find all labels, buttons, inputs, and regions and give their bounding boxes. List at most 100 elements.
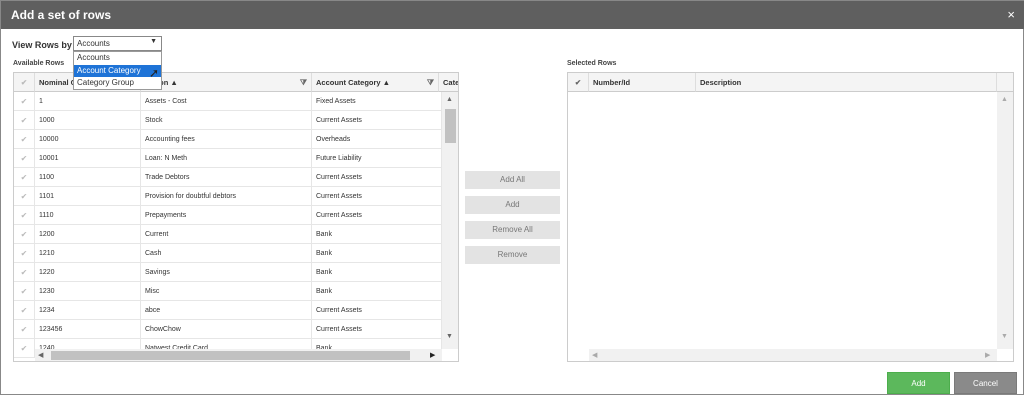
cell-description: Prepayments <box>141 206 312 225</box>
cell-account-category: Bank <box>312 244 442 263</box>
scroll-left-icon[interactable]: ◀ <box>592 351 597 359</box>
cell-nominal-code: 10001 <box>35 149 141 168</box>
cell-description: ChowChow <box>141 320 312 339</box>
table-row[interactable]: ✔ 1230 Misc Bank <box>14 282 442 301</box>
row-checkbox[interactable]: ✔ <box>14 168 35 187</box>
vertical-scrollbar[interactable]: ▲ ▼ <box>997 92 1013 349</box>
cell-nominal-code: 1110 <box>35 206 141 225</box>
table-row[interactable]: ✔ 10001 Loan: N Meth Future Liability <box>14 149 442 168</box>
row-checkbox[interactable]: ✔ <box>14 339 35 358</box>
row-checkbox[interactable]: ✔ <box>14 301 35 320</box>
cell-description: Loan: N Meth <box>141 149 312 168</box>
available-rows-grid: ✔ Nominal C ription ▲⧩ Account Category … <box>13 72 459 362</box>
view-rows-value: Accounts <box>77 39 110 48</box>
dropdown-option-category-group[interactable]: Category Group <box>74 77 161 90</box>
select-all-checkbox[interactable]: ✔ <box>14 73 35 92</box>
cell-description: Savings <box>141 263 312 282</box>
cell-nominal-code: 1210 <box>35 244 141 263</box>
scroll-left-icon[interactable]: ◀ <box>38 351 43 359</box>
selected-rows-grid: ✔ Number/Id Description ▲ ▼ ◀ ▶ <box>567 72 1014 362</box>
row-checkbox[interactable]: ✔ <box>14 187 35 206</box>
cell-description: Accounting fees <box>141 130 312 149</box>
cell-description: abce <box>141 301 312 320</box>
scroll-up-icon[interactable]: ▲ <box>446 96 453 103</box>
select-all-checkbox[interactable]: ✔ <box>568 73 589 92</box>
header-account-category[interactable]: Account Category ▲ ⧩ <box>312 73 439 92</box>
table-row[interactable]: ✔ 1210 Cash Bank <box>14 244 442 263</box>
dialog-title: Add a set of rows <box>11 8 112 22</box>
cell-account-category: Current Assets <box>312 187 442 206</box>
table-row[interactable]: ✔ 1 Assets - Cost Fixed Assets <box>14 92 442 111</box>
dropdown-option-account-category[interactable]: Account Category <box>74 64 161 77</box>
row-checkbox[interactable]: ✔ <box>14 92 35 111</box>
scrollbar-thumb[interactable] <box>51 351 410 360</box>
scroll-right-icon[interactable]: ▶ <box>985 351 990 359</box>
row-checkbox[interactable]: ✔ <box>14 225 35 244</box>
dropdown-option-accounts[interactable]: Accounts <box>74 52 161 65</box>
table-row[interactable]: ✔ 1000 Stock Current Assets <box>14 111 442 130</box>
vertical-scrollbar[interactable]: ▲ ▼ <box>442 92 458 349</box>
filter-icon[interactable]: ⧩ <box>300 73 307 91</box>
table-row[interactable]: ✔ 1234 abce Current Assets <box>14 301 442 320</box>
cancel-button[interactable]: Cancel <box>954 372 1017 394</box>
cell-account-category: Current Assets <box>312 301 442 320</box>
check-icon: ✔ <box>20 78 28 87</box>
scroll-down-icon[interactable]: ▼ <box>446 333 453 340</box>
row-checkbox[interactable]: ✔ <box>14 149 35 168</box>
table-row[interactable]: ✔ 1220 Savings Bank <box>14 263 442 282</box>
cell-account-category: Current Assets <box>312 320 442 339</box>
mouse-cursor-icon: ➚ <box>149 66 160 80</box>
scroll-up-icon[interactable]: ▲ <box>1001 96 1008 103</box>
table-row[interactable]: ✔ 1100 Trade Debtors Current Assets <box>14 168 442 187</box>
horizontal-scrollbar[interactable]: ◀ ▶ <box>589 349 997 361</box>
cell-description: Provision for doubtful debtors <box>141 187 312 206</box>
header-spacer <box>997 73 1013 92</box>
row-checkbox[interactable]: ✔ <box>14 263 35 282</box>
selected-rows-label: Selected Rows <box>567 60 617 67</box>
row-checkbox[interactable]: ✔ <box>14 244 35 263</box>
horizontal-scrollbar[interactable]: ◀ ▶ <box>35 349 442 361</box>
table-row[interactable]: ✔ 1110 Prepayments Current Assets <box>14 206 442 225</box>
available-rows-label: Available Rows <box>13 60 65 67</box>
row-checkbox[interactable]: ✔ <box>14 206 35 225</box>
cell-account-category: Future Liability <box>312 149 442 168</box>
row-checkbox[interactable]: ✔ <box>14 111 35 130</box>
view-rows-select[interactable]: Accounts ▼ <box>73 36 162 51</box>
scrollbar-thumb[interactable] <box>445 109 456 143</box>
cell-account-category: Fixed Assets <box>312 92 442 111</box>
row-checkbox[interactable]: ✔ <box>14 282 35 301</box>
scroll-down-icon[interactable]: ▼ <box>1001 333 1008 340</box>
add-button[interactable]: Add <box>465 196 560 214</box>
add-confirm-button[interactable]: Add <box>887 372 950 394</box>
cell-nominal-code: 1200 <box>35 225 141 244</box>
row-checkbox[interactable]: ✔ <box>14 320 35 339</box>
scroll-right-icon[interactable]: ▶ <box>430 351 435 359</box>
header-description[interactable]: ription ▲⧩ <box>141 73 312 92</box>
header-category-truncated[interactable]: Cate <box>439 73 458 92</box>
cell-account-category: Current Assets <box>312 168 442 187</box>
cell-description: Assets - Cost <box>141 92 312 111</box>
title-bar: Add a set of rows × <box>1 1 1024 29</box>
cell-description: Misc <box>141 282 312 301</box>
cell-description: Stock <box>141 111 312 130</box>
header-number-id[interactable]: Number/Id <box>589 73 696 92</box>
table-row[interactable]: ✔ 10000 Accounting fees Overheads <box>14 130 442 149</box>
filter-icon[interactable]: ⧩ <box>427 73 434 91</box>
cell-description: Current <box>141 225 312 244</box>
header-description[interactable]: Description <box>696 73 997 92</box>
row-checkbox[interactable]: ✔ <box>14 130 35 149</box>
table-row[interactable]: ✔ 123456 ChowChow Current Assets <box>14 320 442 339</box>
cell-nominal-code: 1100 <box>35 168 141 187</box>
cell-nominal-code: 1220 <box>35 263 141 282</box>
close-icon[interactable]: × <box>1007 7 1015 22</box>
remove-button[interactable]: Remove <box>465 246 560 264</box>
table-row[interactable]: ✔ 1101 Provision for doubtful debtors Curre… <box>14 187 442 206</box>
cell-account-category: Current Assets <box>312 111 442 130</box>
view-rows-label: View Rows by <box>12 40 72 50</box>
cell-nominal-code: 1230 <box>35 282 141 301</box>
add-rows-dialog: Add a set of rows × View Rows by Account… <box>0 0 1024 395</box>
add-all-button[interactable]: Add All <box>465 171 560 189</box>
table-row[interactable]: ✔ 1200 Current Bank <box>14 225 442 244</box>
cell-account-category: Bank <box>312 225 442 244</box>
remove-all-button[interactable]: Remove All <box>465 221 560 239</box>
